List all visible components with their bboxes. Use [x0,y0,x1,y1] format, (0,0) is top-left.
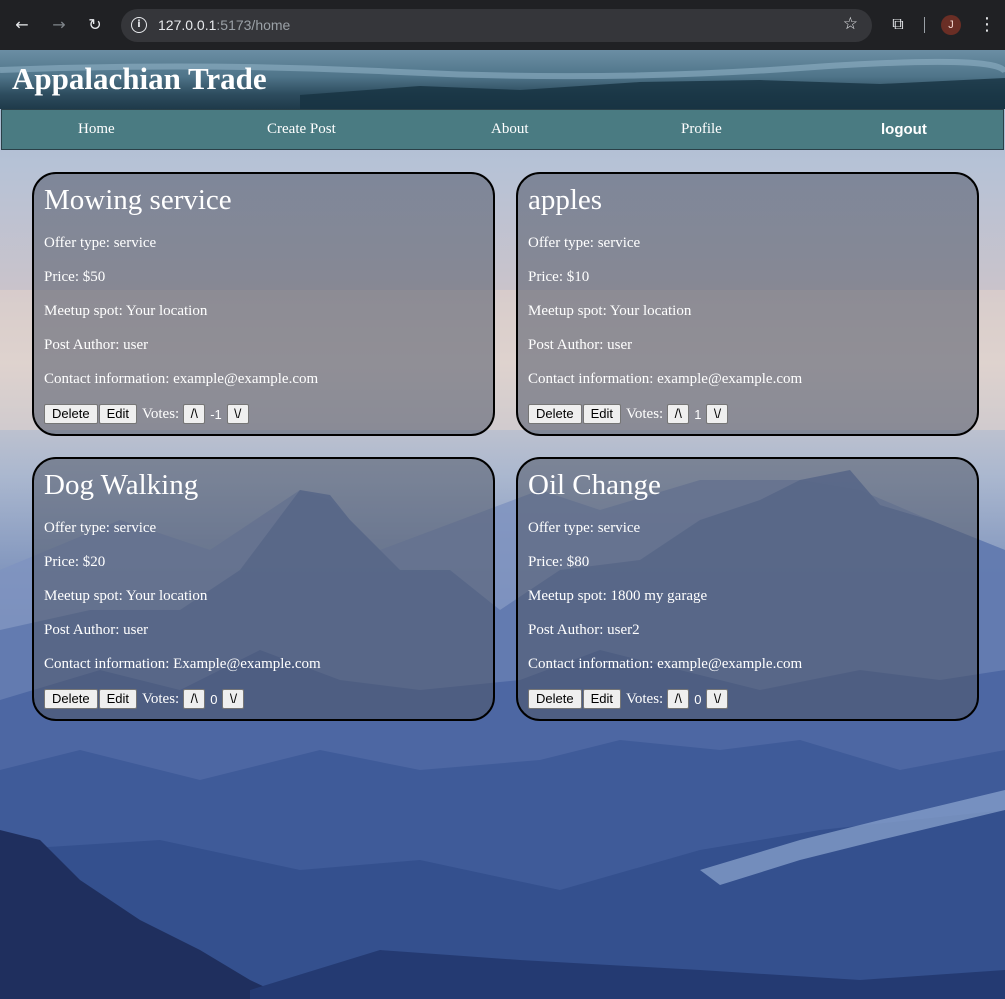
post-contact: Contact information: Example@example.com [44,656,321,672]
nav-logout[interactable]: logout [881,121,927,138]
delete-button[interactable]: Delete [44,404,98,424]
post-title: Oil Change [528,469,661,501]
post-actions: Delete Edit Votes: /\ -1 \/ [44,403,249,425]
post-author: Post Author: user [528,337,633,353]
vote-count: 0 [210,691,218,707]
votes-label: Votes: [141,405,180,422]
address-bar[interactable]: i 127.0.0.1:5173/home ☆ [121,9,872,42]
post-title: Dog Walking [44,469,199,501]
post-actions: Delete Edit Votes: /\ 0 \/ [528,688,729,710]
forward-icon[interactable]: → [47,13,71,37]
post-contact: Contact information: example@example.com [528,371,803,387]
post-offer-type: Offer type: service [44,235,157,251]
post-offer-type: Offer type: service [44,520,157,536]
delete-button[interactable]: Delete [528,689,582,709]
upvote-button[interactable]: /\ [667,689,690,709]
post-meetup-spot: Meetup spot: Your location [44,588,208,604]
post-card: Dog Walking Offer type: service Price: $… [32,457,495,721]
post-meetup-spot: Meetup spot: Your location [44,303,208,319]
post-price: Price: $20 [44,554,106,570]
post-offer-type: Offer type: service [528,520,641,536]
page: Appalachian Trade Home Create Post About… [0,50,1005,999]
reload-icon[interactable]: ↻ [83,13,107,37]
votes-label: Votes: [625,405,664,422]
site-header: Appalachian Trade [0,50,1005,109]
profile-avatar[interactable]: J [941,15,961,35]
post-price: Price: $80 [528,554,590,570]
post-title: Mowing service [44,184,232,216]
post-card: Mowing service Offer type: service Price… [32,172,495,436]
votes-label: Votes: [625,690,664,707]
edit-button[interactable]: Edit [582,689,621,709]
nav-create-post[interactable]: Create Post [267,121,336,138]
votes-label: Votes: [141,690,180,707]
vote-count: 0 [694,691,702,707]
url-text[interactable]: 127.0.0.1:5173/home [158,17,290,33]
upvote-button[interactable]: /\ [183,404,206,424]
post-actions: Delete Edit Votes: /\ 1 \/ [528,403,729,425]
post-actions: Delete Edit Votes: /\ 0 \/ [44,688,245,710]
browser-toolbar: ← → ↻ i 127.0.0.1:5173/home ☆ ⧉ J ⋮ [0,0,1005,50]
site-info-icon[interactable]: i [131,17,147,33]
url-path: :5173/home [216,17,291,33]
post-meetup-spot: Meetup spot: 1800 my garage [528,588,708,604]
back-icon[interactable]: ← [10,13,34,37]
edit-button[interactable]: Edit [98,689,137,709]
upvote-button[interactable]: /\ [667,404,690,424]
post-title: apples [528,184,603,216]
post-card: Oil Change Offer type: service Price: $8… [516,457,979,721]
post-price: Price: $10 [528,269,590,285]
post-contact: Contact information: example@example.com [44,371,319,387]
bookmark-star-icon[interactable]: ☆ [843,14,858,34]
url-host: 127.0.0.1 [158,17,217,33]
upvote-button[interactable]: /\ [183,689,206,709]
downvote-button[interactable]: \/ [706,689,729,709]
extensions-icon[interactable]: ⧉ [888,14,908,34]
nav-home[interactable]: Home [78,121,115,138]
nav-profile[interactable]: Profile [681,121,722,138]
delete-button[interactable]: Delete [44,689,98,709]
edit-button[interactable]: Edit [98,404,137,424]
browser-menu-icon[interactable]: ⋮ [978,12,996,38]
post-card: apples Offer type: service Price: $10 Me… [516,172,979,436]
post-offer-type: Offer type: service [528,235,641,251]
post-price: Price: $50 [44,269,106,285]
downvote-button[interactable]: \/ [226,404,249,424]
vote-count: -1 [210,406,222,422]
vote-count: 1 [694,406,702,422]
edit-button[interactable]: Edit [582,404,621,424]
downvote-button[interactable]: \/ [706,404,729,424]
post-author: Post Author: user [44,337,149,353]
post-author: Post Author: user2 [528,622,640,638]
delete-button[interactable]: Delete [528,404,582,424]
post-meetup-spot: Meetup spot: Your location [528,303,692,319]
nav-about[interactable]: About [491,121,529,138]
post-author: Post Author: user [44,622,149,638]
post-contact: Contact information: example@example.com [528,656,803,672]
site-title: Appalachian Trade [12,61,267,96]
toolbar-divider [924,17,925,33]
downvote-button[interactable]: \/ [222,689,245,709]
main-nav: Home Create Post About Profile logout [1,109,1004,150]
